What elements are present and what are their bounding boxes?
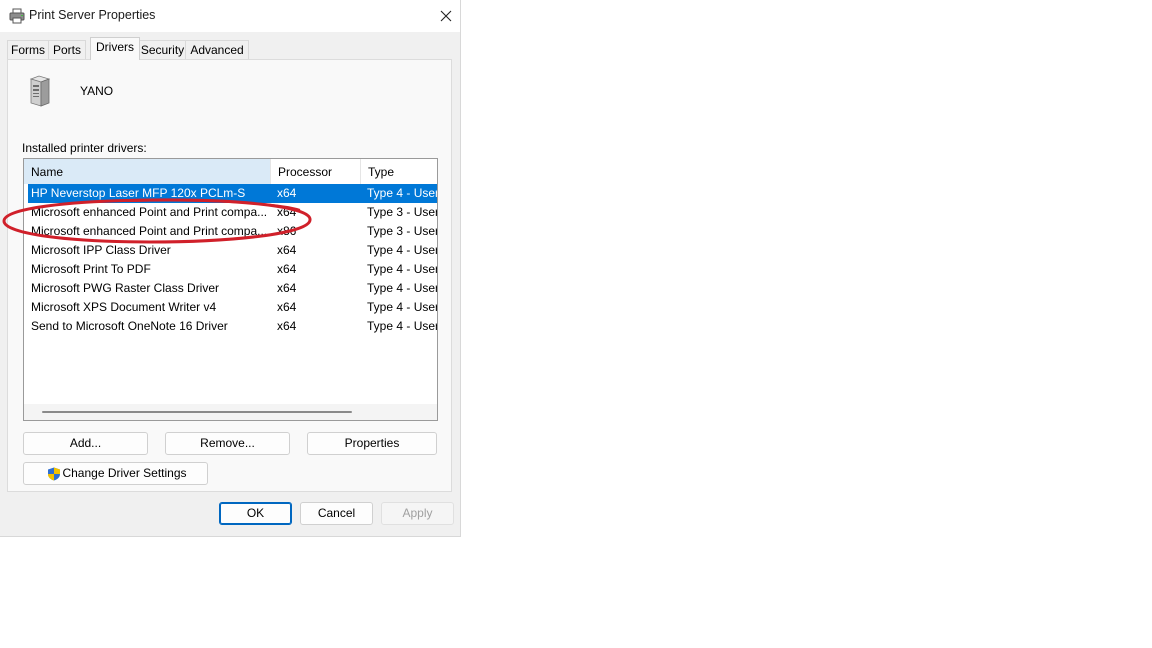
scrollbar-thumb[interactable] xyxy=(42,411,352,413)
driver-processor: x64 xyxy=(277,300,297,314)
tab-drivers[interactable]: Drivers xyxy=(90,37,140,60)
driver-processor: x64 xyxy=(277,186,297,200)
uac-shield-icon xyxy=(48,467,60,481)
driver-processor: x64 xyxy=(277,281,297,295)
driver-type: Type 3 - User xyxy=(367,205,437,219)
driver-row[interactable]: Microsoft XPS Document Writer v4 x64 Typ… xyxy=(24,298,437,317)
driver-type: Type 4 - User xyxy=(367,319,437,333)
ok-button[interactable]: OK xyxy=(219,502,292,525)
driver-row[interactable]: Microsoft PWG Raster Class Driver x64 Ty… xyxy=(24,279,437,298)
print-server-properties-dialog: Print Server Properties Forms Ports Driv… xyxy=(0,0,461,537)
driver-name: Send to Microsoft OneNote 16 Driver xyxy=(31,319,228,333)
drivers-panel: YANO Installed printer drivers: Name Pro… xyxy=(7,59,452,492)
tab-forms[interactable]: Forms xyxy=(7,40,49,60)
apply-button[interactable]: Apply xyxy=(381,502,454,525)
driver-type: Type 4 - User xyxy=(367,243,437,257)
driver-processor: x64 xyxy=(277,205,297,219)
driver-name: Microsoft enhanced Point and Print compa… xyxy=(31,224,268,238)
change-driver-settings-label: Change Driver Settings xyxy=(62,466,187,480)
list-rows: HP Neverstop Laser MFP 120x PCLm-S x64 T… xyxy=(24,184,437,336)
window-title: Print Server Properties xyxy=(29,8,156,22)
driver-type: Type 3 - User xyxy=(367,224,437,238)
tab-advanced[interactable]: Advanced xyxy=(185,40,249,60)
printer-icon xyxy=(9,8,25,24)
driver-name: Microsoft PWG Raster Class Driver xyxy=(31,281,220,295)
installed-drivers-label: Installed printer drivers: xyxy=(22,141,147,155)
column-header-processor[interactable]: Processor xyxy=(271,159,361,184)
driver-type: Type 4 - User xyxy=(367,186,437,200)
drivers-list[interactable]: Name Processor Type HP Neverstop Laser M… xyxy=(23,158,438,421)
driver-type: Type 4 - User xyxy=(367,262,437,276)
list-header: Name Processor Type xyxy=(24,159,437,184)
close-button[interactable] xyxy=(432,0,460,32)
driver-processor: x64 xyxy=(277,262,297,276)
driver-name: Microsoft enhanced Point and Print compa… xyxy=(31,205,268,219)
close-icon[interactable] xyxy=(440,10,452,22)
add-driver-button[interactable]: Add... xyxy=(23,432,148,455)
driver-type: Type 4 - User xyxy=(367,300,437,314)
driver-name: Microsoft XPS Document Writer v4 xyxy=(31,300,217,314)
driver-row[interactable]: Microsoft enhanced Point and Print compa… xyxy=(24,203,437,222)
title-bar[interactable]: Print Server Properties xyxy=(0,0,460,32)
driver-properties-button[interactable]: Properties xyxy=(307,432,437,455)
driver-row[interactable]: Microsoft Print To PDF x64 Type 4 - User xyxy=(24,260,437,279)
driver-row[interactable]: Send to Microsoft OneNote 16 Driver x64 … xyxy=(24,317,437,336)
driver-processor: x64 xyxy=(277,319,297,333)
driver-row[interactable]: HP Neverstop Laser MFP 120x PCLm-S x64 T… xyxy=(28,184,437,203)
driver-processor: x86 xyxy=(277,224,297,238)
driver-type: Type 4 - User xyxy=(367,281,437,295)
cancel-button[interactable]: Cancel xyxy=(300,502,373,525)
driver-row[interactable]: Microsoft IPP Class Driver x64 Type 4 - … xyxy=(24,241,437,260)
tab-ports[interactable]: Ports xyxy=(48,40,86,60)
driver-name: Microsoft IPP Class Driver xyxy=(31,243,171,257)
tab-security[interactable]: Security xyxy=(139,40,186,60)
column-header-name[interactable]: Name xyxy=(24,159,271,184)
driver-row[interactable]: Microsoft enhanced Point and Print compa… xyxy=(24,222,437,241)
server-name: YANO xyxy=(80,84,114,98)
column-header-type[interactable]: Type xyxy=(361,159,437,184)
driver-name: Microsoft Print To PDF xyxy=(31,262,151,276)
horizontal-scrollbar[interactable] xyxy=(24,404,437,420)
driver-processor: x64 xyxy=(277,243,297,257)
server-tower-icon xyxy=(29,75,51,107)
change-driver-settings-button[interactable]: Change Driver Settings xyxy=(23,462,208,485)
driver-name: HP Neverstop Laser MFP 120x PCLm-S xyxy=(31,186,246,200)
remove-driver-button[interactable]: Remove... xyxy=(165,432,290,455)
